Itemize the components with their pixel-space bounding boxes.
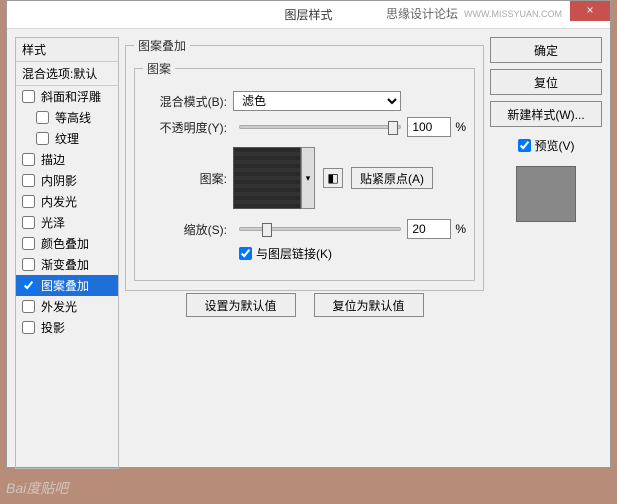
style-label: 纹理 [55, 130, 79, 147]
style-checkbox[interactable] [22, 153, 35, 166]
style-item-8[interactable]: 渐变叠加 [16, 254, 118, 275]
style-label: 光泽 [41, 214, 65, 231]
set-default-button[interactable]: 设置为默认值 [186, 293, 296, 317]
style-label: 图案叠加 [41, 277, 89, 294]
new-preset-icon[interactable]: ◧ [323, 168, 343, 188]
blend-options-header[interactable]: 混合选项:默认 [16, 62, 118, 86]
style-checkbox[interactable] [22, 279, 35, 292]
link-layer-label[interactable]: 与图层链接(K) [256, 245, 332, 262]
style-checkbox[interactable] [22, 300, 35, 313]
reset-default-button[interactable]: 复位为默认值 [314, 293, 424, 317]
group-legend: 图案叠加 [134, 37, 190, 54]
style-label: 内阴影 [41, 172, 77, 189]
blend-mode-label: 混合模式(B): [143, 93, 233, 110]
style-item-10[interactable]: 外发光 [16, 296, 118, 317]
style-label: 描边 [41, 151, 65, 168]
style-checkbox[interactable] [22, 90, 35, 103]
style-checkbox[interactable] [22, 321, 35, 334]
pattern-overlay-group: 图案叠加 图案 混合模式(B): 滤色 不透明度(Y): % [125, 37, 484, 291]
style-label: 内发光 [41, 193, 77, 210]
scale-input[interactable] [407, 219, 451, 239]
style-item-1[interactable]: 等高线 [16, 107, 118, 128]
opacity-slider[interactable] [239, 125, 401, 129]
styles-list: 样式 混合选项:默认 斜面和浮雕等高线纹理描边内阴影内发光光泽颜色叠加渐变叠加图… [15, 37, 119, 469]
blend-mode-select[interactable]: 滤色 [233, 91, 401, 111]
style-item-4[interactable]: 内阴影 [16, 170, 118, 191]
new-style-button[interactable]: 新建样式(W)... [490, 101, 602, 127]
pattern-label: 图案: [143, 170, 233, 187]
style-item-2[interactable]: 纹理 [16, 128, 118, 149]
link-layer-checkbox[interactable] [239, 247, 252, 260]
inner-legend: 图案 [143, 60, 175, 77]
style-checkbox[interactable] [36, 111, 49, 124]
preview-checkbox[interactable] [518, 139, 531, 152]
chevron-down-icon: ▾ [306, 173, 311, 184]
pattern-group: 图案 混合模式(B): 滤色 不透明度(Y): % 图案 [134, 60, 475, 281]
style-label: 渐变叠加 [41, 256, 89, 273]
cancel-button[interactable]: 复位 [490, 69, 602, 95]
opacity-label: 不透明度(Y): [143, 119, 233, 136]
style-label: 斜面和浮雕 [41, 88, 101, 105]
dialog-body: 样式 混合选项:默认 斜面和浮雕等高线纹理描边内阴影内发光光泽颜色叠加渐变叠加图… [7, 29, 610, 467]
style-item-11[interactable]: 投影 [16, 317, 118, 338]
style-checkbox[interactable] [22, 216, 35, 229]
style-item-3[interactable]: 描边 [16, 149, 118, 170]
preview-label[interactable]: 预览(V) [535, 137, 575, 154]
style-checkbox[interactable] [22, 195, 35, 208]
styles-header[interactable]: 样式 [16, 38, 118, 62]
style-item-0[interactable]: 斜面和浮雕 [16, 86, 118, 107]
styles-panel: 样式 混合选项:默认 斜面和浮雕等高线纹理描边内阴影内发光光泽颜色叠加渐变叠加图… [15, 37, 119, 459]
percent-label-2: % [455, 222, 466, 236]
style-checkbox[interactable] [22, 174, 35, 187]
style-checkbox[interactable] [22, 237, 35, 250]
page-watermark: Bai度贴吧 [6, 478, 68, 498]
scale-label: 缩放(S): [143, 221, 233, 238]
layer-style-dialog: 图层样式 思缘设计论坛 WWW.MISSYUAN.COM × 样式 混合选项:默… [6, 0, 611, 468]
titlebar: 图层样式 思缘设计论坛 WWW.MISSYUAN.COM × [7, 1, 610, 29]
opacity-input[interactable] [407, 117, 451, 137]
style-item-9[interactable]: 图案叠加 [16, 275, 118, 296]
style-label: 投影 [41, 319, 65, 336]
pattern-swatch[interactable] [233, 147, 301, 209]
style-label: 外发光 [41, 298, 77, 315]
style-item-6[interactable]: 光泽 [16, 212, 118, 233]
action-panel: 确定 复位 新建样式(W)... 预览(V) [490, 37, 602, 459]
style-item-7[interactable]: 颜色叠加 [16, 233, 118, 254]
pattern-dropdown[interactable]: ▾ [301, 147, 315, 209]
scale-slider[interactable] [239, 227, 401, 231]
style-checkbox[interactable] [22, 258, 35, 271]
style-checkbox[interactable] [36, 132, 49, 145]
ok-button[interactable]: 确定 [490, 37, 602, 63]
style-label: 颜色叠加 [41, 235, 89, 252]
snap-origin-button[interactable]: 贴紧原点(A) [351, 167, 433, 189]
close-button[interactable]: × [570, 1, 610, 21]
style-item-5[interactable]: 内发光 [16, 191, 118, 212]
preview-swatch [516, 166, 576, 222]
options-panel: 图案叠加 图案 混合模式(B): 滤色 不透明度(Y): % [125, 37, 484, 459]
brand-watermark: 思缘设计论坛 WWW.MISSYUAN.COM [386, 5, 562, 22]
dialog-title: 图层样式 [284, 6, 332, 23]
style-label: 等高线 [55, 109, 91, 126]
percent-label: % [455, 120, 466, 134]
